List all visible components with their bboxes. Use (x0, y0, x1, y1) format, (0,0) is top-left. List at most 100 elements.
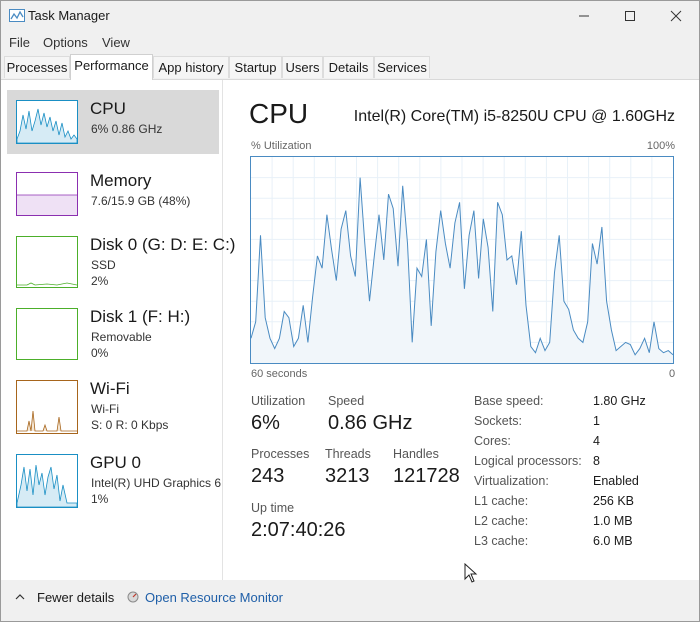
sidebar-item-disk-0-name: Disk 0 (G: D: E: C:) (90, 235, 236, 254)
cpu-thumbnail-graph (16, 100, 78, 144)
handles-label: Handles (393, 447, 439, 461)
graph-time-right: 0 (669, 368, 676, 380)
spec-label-l1-cache: L1 cache: (474, 494, 529, 508)
spec-value-l3-cache: 6.0 MB (593, 534, 633, 548)
sidebar-item-disk-1-usage: 0% (91, 346, 109, 360)
disk-0-mini-chart (17, 282, 78, 286)
spec-label-logical-processors: Logical processors: (474, 454, 582, 468)
open-resource-monitor-link[interactable]: Open Resource Monitor (145, 590, 283, 605)
utilization-label: Utilization (251, 394, 306, 408)
spec-value-l1-cache: 256 KB (593, 494, 635, 508)
spec-label-cores: Cores: (474, 434, 511, 448)
sidebar-item-disk-0-usage: 2% (91, 274, 109, 288)
tab-app-history[interactable]: App history (153, 56, 229, 78)
sidebar-item-cpu[interactable]: CPU 6% 0.86 GHz (7, 90, 219, 154)
resource-sidebar: CPU 6% 0.86 GHz Memory 7.6/15.9 GB (48%) (1, 80, 235, 580)
gpu-0-mini-chart (16, 464, 78, 508)
wifi-thumbnail-graph (16, 380, 78, 434)
spec-value-base-speed: 1.80 GHz (593, 394, 646, 408)
graph-time-left: 60 seconds (251, 368, 308, 380)
memory-thumbnail-graph (16, 172, 78, 216)
task-manager-window: Task Manager File Options View Processes… (0, 0, 700, 622)
maximize-button[interactable] (607, 1, 653, 31)
tab-startup[interactable]: Startup (229, 56, 282, 78)
cpu-utilization-graph (250, 156, 674, 364)
sidebar-item-disk-1-type: Removable (91, 330, 152, 344)
sidebar-item-wifi-name: Wi-Fi (90, 379, 130, 398)
sidebar-item-gpu-0[interactable]: GPU 0 Intel(R) UHD Graphics 6 1% (7, 444, 247, 508)
fewer-details-button[interactable]: Fewer details (37, 590, 114, 605)
threads-label: Threads (325, 447, 371, 461)
sidebar-item-wifi-type: Wi-Fi (91, 402, 119, 416)
threads-value: 3213 (325, 465, 370, 487)
speed-label: Speed (328, 394, 365, 408)
minimize-button[interactable] (561, 1, 607, 31)
graph-max-label: 100% (646, 140, 675, 152)
disk-0-thumbnail-graph (16, 236, 78, 288)
footer-bar: Fewer details Open Resource Monitor (1, 580, 699, 621)
maximize-icon (625, 11, 635, 21)
gpu-0-thumbnail-graph (16, 454, 78, 508)
menu-bar: File Options View (1, 31, 699, 53)
sidebar-item-disk-0[interactable]: Disk 0 (G: D: E: C:) SSD 2% (7, 226, 247, 290)
sidebar-item-cpu-detail: 6% 0.86 GHz (91, 122, 163, 136)
title-bar: Task Manager (1, 1, 699, 31)
close-button[interactable] (653, 1, 699, 31)
tab-details[interactable]: Details (323, 56, 374, 78)
cpu-model-name: Intel(R) Core(TM) i5-8250U CPU @ 1.60GHz (353, 108, 675, 125)
sidebar-item-memory[interactable]: Memory 7.6/15.9 GB (48%) (7, 162, 247, 226)
mouse-cursor-icon (464, 563, 478, 583)
minimize-icon (579, 15, 589, 17)
uptime-value: 2:07:40:26 (251, 519, 346, 541)
tab-users[interactable]: Users (282, 56, 323, 78)
processes-label: Processes (251, 447, 310, 461)
resource-monitor-icon (127, 591, 139, 603)
tab-services[interactable]: Services (374, 56, 430, 78)
memory-mini-chart (17, 194, 77, 215)
chevron-up-icon[interactable] (15, 593, 25, 601)
task-manager-app-icon (9, 9, 25, 22)
spec-label-base-speed: Base speed: (474, 394, 544, 408)
cpu-detail-panel: CPU Intel(R) Core(TM) i5-8250U CPU @ 1.6… (223, 80, 699, 580)
sidebar-item-gpu-0-usage: 1% (91, 492, 109, 506)
sidebar-item-disk-1-name: Disk 1 (F: H:) (90, 307, 191, 326)
sidebar-item-gpu-0-name: GPU 0 (90, 453, 142, 472)
sidebar-item-wifi-throughput: S: 0 R: 0 Kbps (91, 418, 169, 432)
disk-1-thumbnail-graph (16, 308, 78, 360)
spec-value-virtualization: Enabled (593, 474, 639, 488)
spec-label-sockets: Sockets: (474, 414, 522, 428)
performance-content: CPU 6% 0.86 GHz Memory 7.6/15.9 GB (48%) (1, 80, 699, 580)
wifi-mini-chart (17, 410, 77, 432)
sidebar-item-disk-0-type: SSD (91, 258, 116, 272)
close-icon (670, 10, 682, 22)
processes-value: 243 (251, 465, 285, 487)
cpu-mini-chart (16, 108, 78, 144)
uptime-label: Up time (251, 501, 295, 515)
speed-value: 0.86 GHz (328, 412, 413, 434)
tab-performance[interactable]: Performance (70, 54, 153, 80)
menu-view[interactable]: View (102, 35, 130, 50)
handles-value: 121728 (393, 465, 460, 487)
cpu-utilization-chart (250, 157, 674, 363)
sidebar-item-wifi[interactable]: Wi-Fi Wi-Fi S: 0 R: 0 Kbps (7, 370, 247, 434)
spec-value-l2-cache: 1.0 MB (593, 514, 633, 528)
sidebar-item-gpu-0-model: Intel(R) UHD Graphics 6 (91, 476, 221, 490)
sidebar-item-memory-detail: 7.6/15.9 GB (48%) (91, 194, 191, 208)
spec-value-cores: 4 (593, 434, 600, 448)
spec-label-l3-cache: L3 cache: (474, 534, 529, 548)
sidebar-item-memory-name: Memory (90, 171, 152, 190)
tab-processes[interactable]: Processes (4, 56, 70, 78)
window-title: Task Manager (28, 8, 110, 23)
sidebar-item-cpu-name: CPU (90, 99, 126, 118)
graph-label: % Utilization (251, 140, 312, 152)
spec-value-logical-processors: 8 (593, 454, 600, 468)
menu-options[interactable]: Options (43, 35, 88, 50)
page-title: CPU (249, 98, 309, 129)
tab-bar: Processes Performance App history Startu… (1, 53, 699, 80)
spec-label-l2-cache: L2 cache: (474, 514, 529, 528)
spec-value-sockets: 1 (593, 414, 600, 428)
sidebar-item-disk-1[interactable]: Disk 1 (F: H:) Removable 0% (7, 298, 247, 362)
menu-file[interactable]: File (9, 35, 30, 50)
utilization-value: 6% (251, 412, 280, 434)
spec-label-virtualization: Virtualization: (474, 474, 549, 488)
